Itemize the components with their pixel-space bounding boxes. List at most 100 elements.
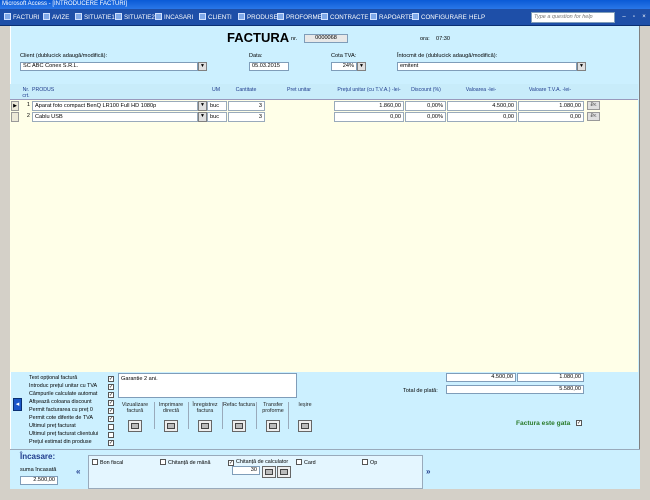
menu-avize[interactable]: AVIZE <box>43 12 69 23</box>
row-discount[interactable]: 0,00% <box>405 101 446 111</box>
product-key-icon[interactable]: ₽K <box>587 101 600 110</box>
chevron-down-icon[interactable]: ▼ <box>198 101 207 111</box>
row-cantitate[interactable]: 3 <box>228 112 265 122</box>
menu-label: PRODUSE <box>247 14 278 21</box>
nr-label: nr. <box>291 36 298 42</box>
payment-type-checkbox[interactable] <box>362 459 368 465</box>
menu-label: INCASARI <box>164 14 194 21</box>
menu-configurare[interactable]: CONFIGURARE <box>412 12 467 23</box>
product-key-icon[interactable]: ₽K <box>587 112 600 121</box>
chevron-down-icon[interactable]: ▼ <box>577 62 586 71</box>
menu-rapoarte[interactable]: RAPOARTE <box>370 12 413 23</box>
option-checkbox[interactable]: ✓ <box>108 376 114 382</box>
suma-label: suma încasată <box>20 467 57 473</box>
payment-type-label: Bon fiscal <box>100 460 124 466</box>
menu-incasari[interactable]: INCASARI <box>155 12 193 23</box>
menu-situatie2[interactable]: SITUATIE2 <box>115 12 155 23</box>
invoice-lines-grid <box>10 84 638 372</box>
restore-icon[interactable]: ▫ <box>630 13 638 21</box>
vat-rate-select[interactable]: 24% <box>331 62 357 71</box>
receipt-number-field[interactable]: 30 <box>232 466 260 475</box>
option-checkbox[interactable]: ✓ <box>108 416 114 422</box>
exit-icon[interactable] <box>298 420 312 432</box>
printer-icon[interactable] <box>164 420 178 432</box>
row-selector[interactable] <box>11 112 19 122</box>
col-produs: PRODUS <box>32 87 55 93</box>
close-icon[interactable]: × <box>640 13 648 21</box>
menu-contracte[interactable]: CONTRACTE <box>321 12 369 23</box>
suma-field[interactable]: 2.500,00 <box>20 476 58 485</box>
minimize-icon[interactable]: – <box>620 13 628 21</box>
payment-type-checkbox[interactable] <box>296 459 302 465</box>
payment-type-label: Op <box>370 460 378 466</box>
menu-proforme[interactable]: PROFORME <box>277 12 322 23</box>
payment-type-option[interactable]: Chitanță de mână <box>160 459 211 466</box>
menu-label: PROFORME <box>286 14 322 21</box>
row-valoare-tva: 0,00 <box>518 112 584 122</box>
scroll-left-icon[interactable]: « <box>76 467 84 476</box>
help-search-input[interactable]: Type a question for help <box>531 12 615 23</box>
chevron-down-icon[interactable]: ▼ <box>198 62 207 71</box>
row-discount[interactable]: 0,00% <box>405 112 446 122</box>
ready-checkbox[interactable]: ✓ <box>576 420 582 426</box>
option-checkbox[interactable]: ✓ <box>108 408 114 414</box>
menu-label: CONTRACTE <box>330 14 369 21</box>
invoice-number-field[interactable]: 0000068 <box>304 34 348 43</box>
redo-icon[interactable] <box>232 420 246 432</box>
collapse-arrow-icon[interactable]: ◂ <box>13 398 22 411</box>
payment-type-checkbox[interactable] <box>160 459 166 465</box>
cota-label: Cota TVA: <box>331 53 357 59</box>
option-checkbox[interactable]: ✓ <box>108 400 114 406</box>
row-nr: 2 <box>26 113 30 119</box>
date-field[interactable]: 05.03.2015 <box>249 62 289 71</box>
ora-value: 07:30 <box>436 36 450 42</box>
menu-produse[interactable]: PRODUSE <box>238 12 278 23</box>
magnifier-icon[interactable] <box>262 466 276 478</box>
payment-type-option[interactable]: Bon fiscal <box>92 459 123 466</box>
option-label: Permit cote diferite de TVA <box>29 415 93 421</box>
row-produs[interactable]: Cablu USB <box>32 112 198 122</box>
row-cantitate[interactable]: 3 <box>228 101 265 111</box>
menu-clienti[interactable]: CLIENTI <box>199 12 232 23</box>
issuer-select[interactable]: emitent <box>397 62 577 71</box>
option-label: Afișează coloana discount <box>29 399 92 405</box>
option-checkbox[interactable] <box>108 424 114 430</box>
menu-label: CLIENTI <box>208 14 232 21</box>
action-label: Vizualizare factură <box>121 402 149 414</box>
menu-help[interactable]: HELP <box>469 12 485 23</box>
option-checkbox[interactable]: ✓ <box>108 384 114 390</box>
col-um: UM <box>211 87 221 93</box>
row-pret-tva[interactable]: 1.860,00 <box>334 101 404 111</box>
option-checkbox[interactable] <box>108 432 114 438</box>
chevron-down-icon[interactable]: ▼ <box>357 62 366 71</box>
chevron-down-icon[interactable]: ▼ <box>198 112 207 122</box>
rapoarte-icon <box>370 13 377 20</box>
invoice-notes-textarea[interactable]: Garantie 2 ani. <box>118 373 297 398</box>
menu-label: SITUATIE2 <box>124 14 155 21</box>
row-um[interactable]: buc <box>207 101 227 111</box>
payment-type-option[interactable]: Card <box>296 459 316 466</box>
window-title-bar: Microsoft Access - [INTRODUCERE FACTURI] <box>0 0 650 9</box>
client-select[interactable]: SC ABC Conex S.R.L. <box>20 62 198 71</box>
row-selector[interactable]: ▶ <box>11 101 19 111</box>
row-nr: 1 <box>26 102 30 108</box>
register-icon[interactable] <box>198 420 212 432</box>
option-label: Ultimul preț facturat clientului <box>29 431 99 437</box>
magnifier-icon[interactable] <box>128 420 142 432</box>
row-valoare-tva: 1.080,00 <box>518 101 584 111</box>
scroll-right-icon[interactable]: » <box>426 467 434 476</box>
menu-facturi[interactable]: FACTURI <box>4 12 39 23</box>
payment-type-label: Card <box>304 460 316 466</box>
action-label: Imprimare directă <box>158 402 184 414</box>
payment-type-option[interactable]: Op <box>362 459 377 466</box>
row-pret-tva[interactable]: 0,00 <box>334 112 404 122</box>
payment-type-checkbox[interactable] <box>92 459 98 465</box>
row-um[interactable]: buc <box>207 112 227 122</box>
option-checkbox[interactable]: ✓ <box>108 392 114 398</box>
option-checkbox[interactable]: ✓ <box>108 440 114 446</box>
row-produs[interactable]: Aparat foto compact BenQ LR100 Full HD 1… <box>32 101 198 111</box>
payment-type-option[interactable]: ✓ Chitanță de calculator <box>228 459 288 466</box>
transfer-icon[interactable] <box>266 420 280 432</box>
menu-situatie1[interactable]: SITUATIE1 <box>75 12 115 23</box>
printer-icon[interactable] <box>277 466 291 478</box>
